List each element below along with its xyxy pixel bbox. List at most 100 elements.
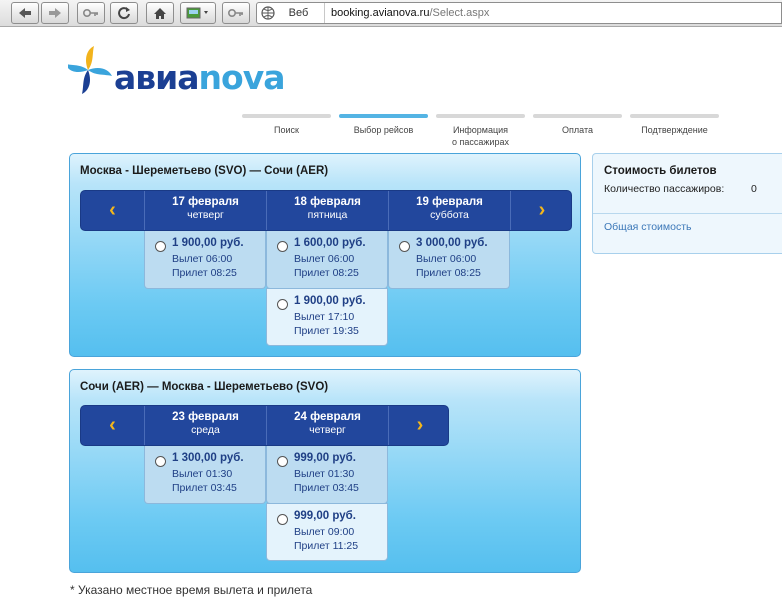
fare-radio[interactable] <box>277 299 288 310</box>
fare-radio[interactable] <box>155 241 166 252</box>
step-select-flights: Выбор рейсов <box>339 114 428 136</box>
prev-dates-button[interactable]: ‹ <box>81 191 144 230</box>
fare-option[interactable]: 999,00 руб. Вылет 09:00 Прилет 11:25 <box>266 503 388 561</box>
logo-text-part1: авиа <box>114 58 200 97</box>
step-bar <box>339 114 428 118</box>
prev-dates-button[interactable]: ‹ <box>81 406 144 445</box>
departure-time: Вылет 01:30 <box>172 468 233 480</box>
date-tab[interactable]: 18 февраля пятница <box>266 191 388 230</box>
reload-icon <box>118 7 130 20</box>
date-tab[interactable]: 23 февраля среда <box>144 406 266 445</box>
departure-time: Вылет 06:00 <box>416 253 477 265</box>
fare-price: 1 300,00 руб. <box>172 452 244 464</box>
outbound-flights-panel: Москва - Шереметьево (SVO) — Сочи (AER) … <box>69 153 581 357</box>
key-icon <box>228 9 243 17</box>
chevron-right-icon: › <box>538 199 546 221</box>
chevron-right-icon: › <box>416 414 424 436</box>
return-date-bar: ‹ 23 февраля среда 24 февраля четверг › <box>80 405 449 446</box>
outbound-route-title: Москва - Шереметьево (SVO) — Сочи (AER) <box>80 165 329 177</box>
next-dates-button[interactable]: › <box>388 406 451 445</box>
step-label: Поиск <box>274 125 299 135</box>
arrival-time: Прилет 08:25 <box>294 267 359 279</box>
weekday-label: четверг <box>309 424 346 436</box>
browser-toolbar: Веб booking.avianova.ru/Select.aspx <box>0 0 782 27</box>
weekday-label: среда <box>191 424 220 436</box>
back-arrow-icon <box>19 8 31 18</box>
step-search: Поиск <box>242 114 331 136</box>
departure-time: Вылет 06:00 <box>294 253 355 265</box>
return-flights-panel: Сочи (AER) — Москва - Шереметьево (SVO) … <box>69 369 581 573</box>
globe-icon <box>261 6 275 20</box>
arrival-time: Прилет 08:25 <box>416 267 481 279</box>
weekday-label: четверг <box>187 209 224 221</box>
forward-button[interactable] <box>41 2 69 24</box>
date-label: 17 февраля <box>172 196 239 208</box>
home-button[interactable] <box>146 2 174 24</box>
url-host: booking.avianova.ru <box>331 7 430 19</box>
fare-radio[interactable] <box>155 456 166 467</box>
fare-price: 999,00 руб. <box>294 510 356 522</box>
web-label: Веб <box>279 3 325 23</box>
arrival-time: Прилет 11:25 <box>294 540 359 552</box>
step-label: Подтверждение <box>641 125 708 135</box>
return-route-title: Сочи (AER) — Москва - Шереметьево (SVO) <box>80 381 329 393</box>
home-icon <box>154 7 166 19</box>
pinwheel-logo-icon <box>68 46 112 94</box>
step-bar <box>242 114 331 118</box>
fare-price: 999,00 руб. <box>294 452 356 464</box>
step-bar <box>630 114 719 118</box>
step-payment: Оплата <box>533 114 622 136</box>
arrival-time: Прилет 03:45 <box>172 482 237 494</box>
fare-price: 1 600,00 руб. <box>294 237 366 249</box>
fare-option[interactable]: 1 300,00 руб. Вылет 01:30 Прилет 03:45 <box>144 446 266 504</box>
fare-radio[interactable] <box>277 514 288 525</box>
images-toggle-button[interactable] <box>180 2 216 24</box>
fare-option[interactable]: 1 900,00 руб. Вылет 17:10 Прилет 19:35 <box>266 288 388 346</box>
step-passenger-info: Информация о пассажирах <box>436 114 525 148</box>
fare-radio[interactable] <box>277 241 288 252</box>
departure-time: Вылет 01:30 <box>294 468 355 480</box>
date-label: 19 февраля <box>416 196 483 208</box>
total-cost-label: Общая стоимость <box>604 221 692 233</box>
date-tab[interactable]: 19 февраля суббота <box>388 191 510 230</box>
image-icon <box>186 7 208 19</box>
url-text[interactable]: booking.avianova.ru/Select.aspx <box>331 3 489 23</box>
chevron-left-icon: ‹ <box>109 199 116 221</box>
key-button-2[interactable] <box>222 2 250 24</box>
key-button[interactable] <box>77 2 105 24</box>
fare-option[interactable]: 3 000,00 руб. Вылет 06:00 Прилет 08:25 <box>388 231 510 289</box>
departure-time: Вылет 09:00 <box>294 526 355 538</box>
fare-option[interactable]: 1 600,00 руб. Вылет 06:00 Прилет 08:25 <box>266 231 388 289</box>
back-button[interactable] <box>11 2 39 24</box>
date-label: 18 февраля <box>294 196 361 208</box>
logo-wordmark: авиаnova <box>114 58 285 97</box>
date-tab[interactable]: 17 февраля четверг <box>144 191 266 230</box>
passengers-value: 0 <box>751 183 757 195</box>
outbound-date-bar: ‹ 17 февраля четверг 18 февраля пятница 19… <box>80 190 572 231</box>
logo-text-part2: nova <box>198 58 286 97</box>
summary-title: Стоимость билетов <box>604 165 717 177</box>
fare-radio[interactable] <box>399 241 410 252</box>
avianova-logo[interactable]: авиаnova <box>68 44 285 100</box>
next-dates-button[interactable]: › <box>510 191 573 230</box>
step-label: Оплата <box>562 125 593 135</box>
fare-option[interactable]: 1 900,00 руб. Вылет 06:00 Прилет 08:25 <box>144 231 266 289</box>
reload-button[interactable] <box>110 2 138 24</box>
date-tab[interactable]: 24 февраля четверг <box>266 406 388 445</box>
passengers-label: Количество пассажиров: <box>604 183 725 195</box>
fare-price: 1 900,00 руб. <box>172 237 244 249</box>
divider <box>593 213 782 214</box>
chevron-left-icon: ‹ <box>109 414 116 436</box>
fare-option[interactable]: 999,00 руб. Вылет 01:30 Прилет 03:45 <box>266 446 388 504</box>
fare-price: 1 900,00 руб. <box>294 295 366 307</box>
weekday-label: суббота <box>430 209 469 221</box>
ticket-cost-summary: Стоимость билетов Количество пассажиров:… <box>592 153 782 254</box>
departure-time: Вылет 06:00 <box>172 253 233 265</box>
address-bar[interactable]: Веб booking.avianova.ru/Select.aspx <box>256 2 782 24</box>
local-time-note: * Указано местное время вылета и прилета <box>70 583 313 597</box>
date-label: 23 февраля <box>172 411 239 423</box>
arrival-time: Прилет 08:25 <box>172 267 237 279</box>
date-label: 24 февраля <box>294 411 361 423</box>
fare-radio[interactable] <box>277 456 288 467</box>
step-confirmation: Подтверждение <box>630 114 719 136</box>
